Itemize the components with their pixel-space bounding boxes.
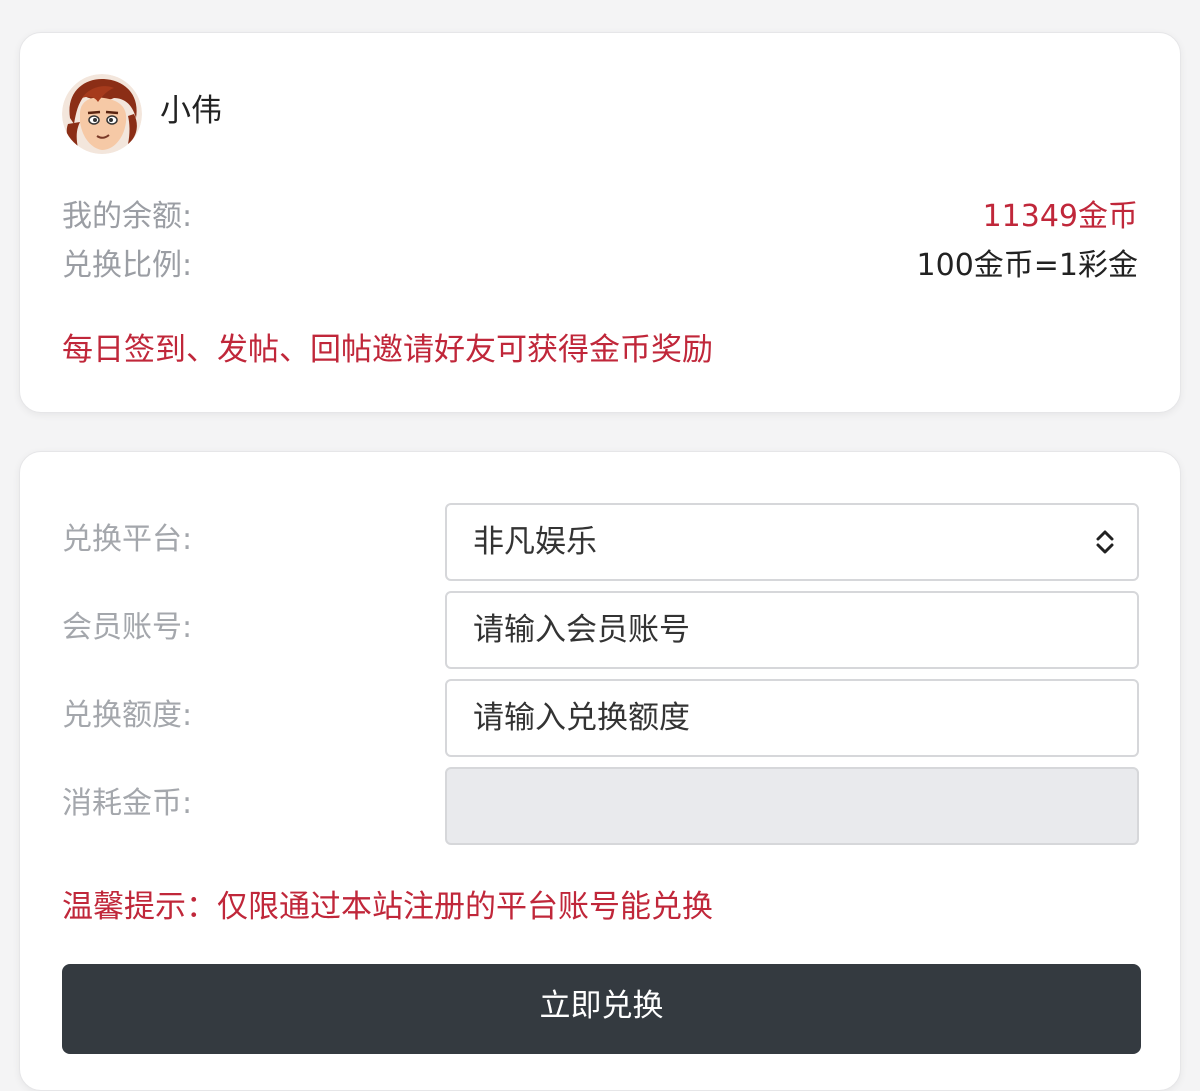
ratio-value: 100金币=1彩金	[916, 248, 1138, 283]
amount-label: 兑换额度:	[62, 698, 193, 733]
platform-select[interactable]: 非凡娱乐	[445, 503, 1139, 581]
balance-row: 我的余额: 11349金币	[62, 195, 1138, 239]
balance-label: 我的余额:	[62, 199, 193, 234]
username: 小伟	[160, 93, 222, 129]
avatar[interactable]	[62, 74, 142, 154]
account-label: 会员账号:	[62, 610, 193, 645]
cost-field	[445, 767, 1139, 845]
platform-selected-value: 非凡娱乐	[473, 524, 597, 560]
amount-input[interactable]	[445, 679, 1139, 757]
platform-label: 兑换平台:	[62, 522, 193, 557]
ratio-label: 兑换比例:	[62, 248, 193, 283]
exchange-form-card: 兑换平台: 非凡娱乐 会员账号: 兑换额度: 消耗金币: 温馨提示：仅限通过本站…	[19, 451, 1181, 1091]
chevron-up-down-icon	[1096, 530, 1114, 554]
exchange-tip: 温馨提示：仅限通过本站注册的平台账号能兑换	[62, 889, 713, 925]
reward-notice: 每日签到、发帖、回帖邀请好友可获得金币奖励	[62, 332, 713, 368]
balance-value: 11349金币	[982, 199, 1138, 234]
ratio-row: 兑换比例: 100金币=1彩金	[62, 244, 1138, 288]
cost-label: 消耗金币:	[62, 786, 193, 821]
user-card: 小伟 我的余额: 11349金币 兑换比例: 100金币=1彩金 每日签到、发帖…	[19, 32, 1181, 413]
exchange-now-button[interactable]: 立即兑换	[62, 964, 1141, 1054]
account-input[interactable]	[445, 591, 1139, 669]
